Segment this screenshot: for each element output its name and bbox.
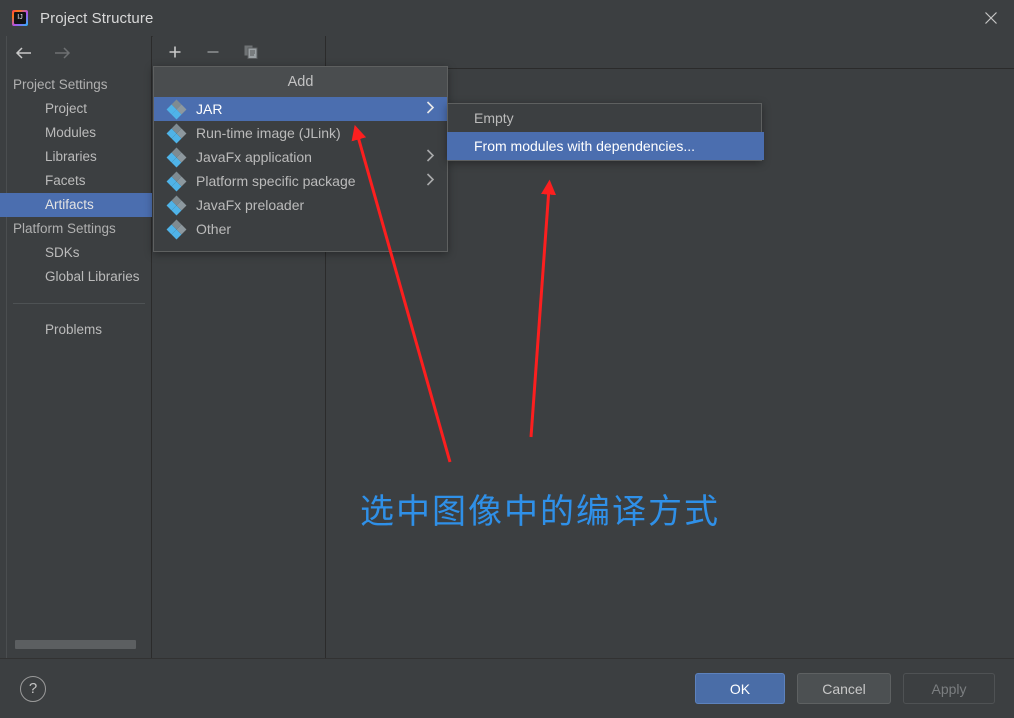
settings-tree: Project Settings Project Modules Librari… bbox=[0, 69, 152, 342]
menu-item-label: JavaFx application bbox=[196, 149, 312, 165]
artifact-icon bbox=[166, 195, 187, 215]
sidebar-item-problems[interactable]: Problems bbox=[7, 318, 151, 342]
arrow-right-icon bbox=[55, 46, 71, 59]
add-artifact-menu: Add JAR Run-time image (JLink) JavaFx ap… bbox=[153, 66, 448, 252]
menu-item-other[interactable]: Other bbox=[154, 217, 447, 241]
menu-item-label: Run-time image (JLink) bbox=[196, 125, 341, 141]
annotation-text: 选中图像中的编译方式 bbox=[360, 492, 720, 532]
add-artifact-button[interactable] bbox=[165, 42, 185, 62]
menu-item-label: Other bbox=[196, 221, 232, 237]
chevron-right-icon bbox=[426, 101, 435, 117]
menu-item-label: JAR bbox=[196, 101, 223, 117]
copy-artifact-button[interactable] bbox=[241, 42, 261, 62]
title-bar: Project Structure bbox=[0, 0, 1014, 37]
menu-item-label: JavaFx preloader bbox=[196, 197, 305, 213]
chevron-right-icon bbox=[426, 173, 435, 189]
remove-artifact-button[interactable] bbox=[203, 42, 223, 62]
toolbar-filler bbox=[326, 36, 1014, 69]
settings-sidebar: Project Settings Project Modules Librari… bbox=[0, 36, 152, 659]
apply-button[interactable]: Apply bbox=[903, 673, 995, 704]
window-title: Project Structure bbox=[40, 9, 154, 27]
cancel-button[interactable]: Cancel bbox=[797, 673, 891, 704]
sidebar-group-platform-settings: Platform Settings bbox=[13, 221, 116, 236]
sidebar-item-global-libraries[interactable]: Global Libraries bbox=[7, 265, 151, 289]
menu-item-javafx-application[interactable]: JavaFx application bbox=[154, 145, 447, 169]
menu-header-add: Add bbox=[154, 67, 447, 97]
menu-item-javafx-preloader[interactable]: JavaFx preloader bbox=[154, 193, 447, 217]
project-structure-dialog: Project Structure Project Settings bbox=[0, 0, 1014, 718]
jar-submenu: Empty From modules with dependencies... bbox=[447, 103, 764, 161]
sidebar-item-project[interactable]: Project bbox=[7, 97, 151, 121]
arrow-left-icon bbox=[15, 46, 31, 59]
sidebar-group-project-settings: Project Settings bbox=[13, 77, 108, 92]
menu-bottom-padding bbox=[154, 241, 447, 251]
menu-item-jar[interactable]: JAR bbox=[154, 97, 447, 121]
intellij-idea-logo-icon bbox=[12, 10, 28, 26]
sidebar-horizontal-scrollbar[interactable] bbox=[15, 640, 136, 649]
sidebar-item-facets[interactable]: Facets bbox=[7, 169, 151, 193]
artifacts-toolbar bbox=[153, 36, 326, 69]
help-button[interactable]: ? bbox=[20, 676, 46, 702]
sidebar-item-modules[interactable]: Modules bbox=[7, 121, 151, 145]
submenu-item-from-modules-with-dependencies[interactable]: From modules with dependencies... bbox=[447, 132, 764, 160]
menu-item-platform-specific-package[interactable]: Platform specific package bbox=[154, 169, 447, 193]
artifact-icon bbox=[166, 219, 187, 239]
navigation-arrows bbox=[7, 36, 151, 69]
close-button[interactable] bbox=[968, 0, 1014, 36]
sidebar-item-artifacts[interactable]: Artifacts bbox=[0, 193, 152, 217]
artifact-icon bbox=[166, 171, 187, 191]
artifact-icon bbox=[166, 123, 187, 143]
forward-button[interactable] bbox=[51, 42, 73, 64]
sidebar-divider bbox=[13, 303, 145, 304]
artifact-icon bbox=[166, 99, 187, 119]
ok-button[interactable]: OK bbox=[695, 673, 785, 704]
sidebar-item-libraries[interactable]: Libraries bbox=[7, 145, 151, 169]
chevron-right-icon bbox=[426, 149, 435, 165]
back-button[interactable] bbox=[13, 42, 35, 64]
plus-icon bbox=[169, 46, 181, 58]
close-icon bbox=[985, 12, 997, 24]
minus-icon bbox=[207, 51, 219, 53]
submenu-item-empty[interactable]: Empty bbox=[448, 104, 761, 132]
dialog-footer: ? OK Cancel Apply bbox=[0, 658, 1014, 718]
artifact-icon bbox=[166, 147, 187, 167]
left-edge-strip bbox=[0, 36, 7, 659]
menu-item-label: Platform specific package bbox=[196, 173, 356, 189]
menu-item-runtime-image-jlink[interactable]: Run-time image (JLink) bbox=[154, 121, 447, 145]
copy-icon bbox=[244, 45, 258, 59]
sidebar-item-sdks[interactable]: SDKs bbox=[7, 241, 151, 265]
